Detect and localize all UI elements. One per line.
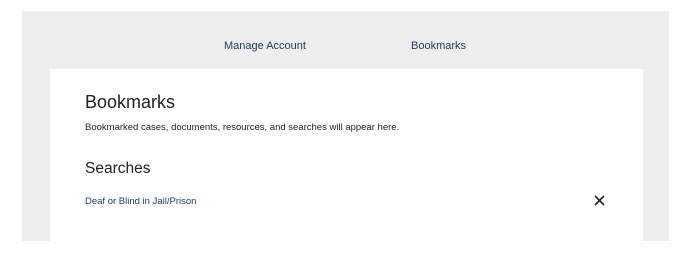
bookmarks-description: Bookmarked cases, documents, resources, … (85, 122, 400, 133)
manage-account-link[interactable]: Manage Account (224, 40, 306, 52)
bookmarks-card: Bookmarks Bookmarked cases, documents, r… (50, 69, 643, 253)
bookmarks-nav-link[interactable]: Bookmarks (411, 40, 466, 52)
saved-search-link[interactable]: Deaf or Blind in Jail/Prison (85, 196, 196, 207)
page-title: Bookmarks (85, 92, 176, 112)
account-nav: Manage Account Bookmarks (22, 11, 669, 69)
close-icon (593, 194, 605, 206)
remove-bookmark-button[interactable] (590, 191, 608, 209)
searches-heading: Searches (85, 160, 151, 177)
page-background: Manage Account Bookmarks Bookmarks Bookm… (22, 11, 669, 253)
